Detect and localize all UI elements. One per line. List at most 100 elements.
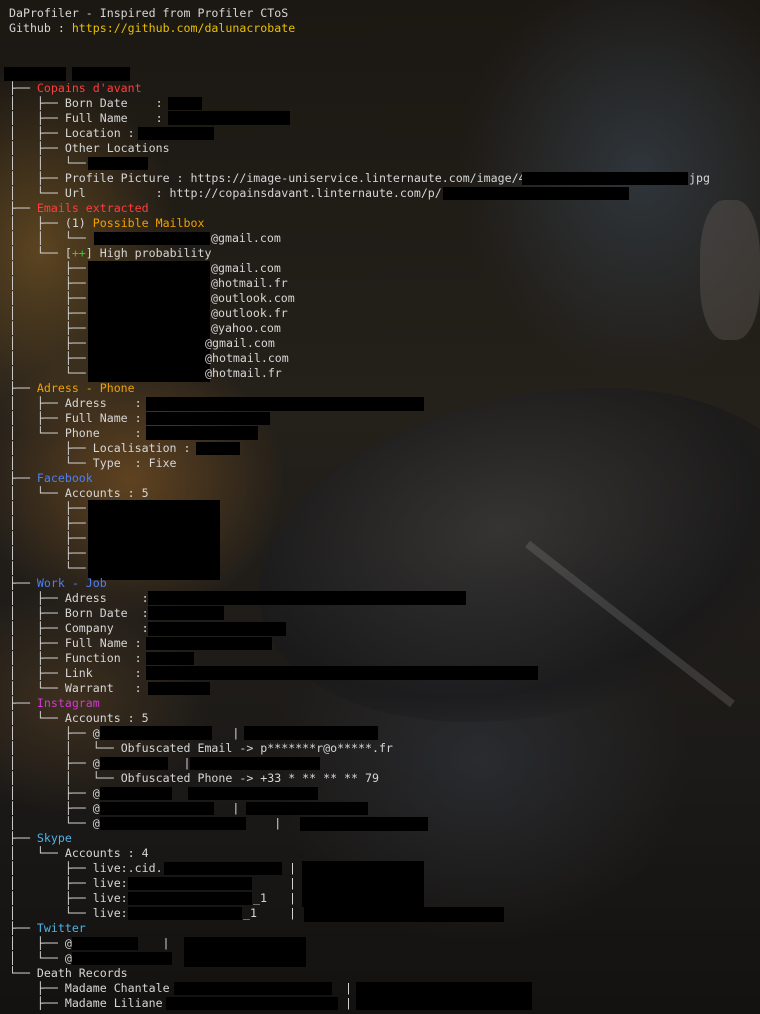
separator: |	[289, 906, 296, 920]
redacted-value	[72, 952, 172, 965]
redacted-root-surname	[72, 67, 130, 81]
section-instagram: ├── Instagram	[9, 696, 100, 710]
redacted-value	[246, 802, 368, 815]
copains-other-locations: │ ├── Other Locations	[9, 141, 170, 155]
email-domain: @gmail.com	[205, 336, 275, 350]
redacted-value	[128, 892, 252, 905]
separator: |	[345, 981, 352, 995]
email-domain: @outlook.fr	[211, 306, 288, 320]
redacted-value	[72, 937, 138, 950]
separator: |	[289, 876, 296, 890]
section-twitter: ├── Twitter	[9, 921, 86, 935]
email-domain: @gmail.com	[211, 231, 281, 245]
redacted-value	[190, 757, 320, 770]
address-type: │ └── Type : Fixe	[9, 456, 177, 470]
work-company: │ ├── Company :	[9, 621, 149, 635]
work-born-date: │ ├── Born Date :	[9, 606, 149, 620]
redacted-value	[146, 426, 258, 440]
redacted-value	[188, 787, 318, 800]
instagram-accounts: │ └── Accounts : 5	[9, 711, 149, 725]
redacted-value	[146, 412, 270, 425]
separator: |	[289, 891, 296, 905]
skype-account: │ ├── live:	[9, 891, 128, 905]
redacted-twitter-block	[184, 937, 306, 967]
redacted-value	[100, 757, 168, 770]
emails-high-item: │ └──	[9, 366, 86, 380]
skype-accounts: │ └── Accounts : 4	[9, 846, 149, 860]
address-full-name: │ ├── Full Name :	[9, 411, 142, 425]
copains-url: │ └── Url : http://copainsdavant.lintern…	[9, 186, 442, 200]
redacted-email-block	[88, 261, 210, 382]
section-emails: ├── Emails extracted	[9, 201, 149, 215]
instagram-obfuscated-email: │ │ └── Obfuscated Email -> p*******r@o*…	[9, 741, 393, 755]
redacted-death-block	[356, 982, 532, 1010]
redacted-value	[148, 591, 466, 605]
work-warrant: │ └── Warrant :	[9, 681, 142, 695]
section-copains: ├── Copains d'avant	[9, 81, 142, 95]
copains-profile-picture-ext: jpg	[689, 171, 710, 185]
section-facebook: ├── Facebook	[9, 471, 93, 485]
work-link: │ ├── Link :	[9, 666, 142, 680]
high-prefix: [++]	[64, 246, 93, 260]
address-adress: │ ├── Adress :	[9, 396, 142, 410]
redacted-value	[100, 802, 214, 815]
instagram-obfuscated-phone: │ │ └── Obfuscated Phone -> +33 * ** ** …	[9, 771, 379, 785]
emails-high-item: │ ├──	[9, 291, 86, 305]
skype-suffix: _1	[243, 906, 257, 920]
redacted-value	[148, 622, 286, 636]
redacted-value	[196, 442, 240, 455]
section-label: Copains d'avant	[36, 81, 142, 95]
emails-high: │ └── [++] High probability	[9, 246, 212, 260]
redacted-value	[100, 787, 172, 800]
email-domain: @gmail.com	[211, 261, 281, 275]
email-domain: @hotmail.com	[205, 351, 289, 365]
redacted-value	[138, 127, 214, 140]
facebook-account: │ ├──	[9, 501, 86, 515]
github-link[interactable]: https://github.com/dalunacrobate	[72, 21, 295, 35]
redacted-value	[100, 817, 246, 830]
emails-high-item: │ ├──	[9, 276, 86, 290]
email-domain: @hotmail.fr	[211, 276, 288, 290]
copains-full-name: │ ├── Full Name :	[9, 111, 163, 125]
email-domain: @hotmail.fr	[205, 366, 282, 380]
address-phone: │ └── Phone :	[9, 426, 142, 440]
work-function: │ ├── Function :	[9, 651, 142, 665]
redacted-value	[100, 726, 212, 740]
facebook-account: │ ├──	[9, 531, 86, 545]
email-domain: @yahoo.com	[211, 321, 281, 335]
redacted-value	[168, 97, 202, 110]
redacted-value	[146, 666, 538, 680]
redacted-value	[168, 111, 290, 125]
terminal-output: DaProfiler - Inspired from Profiler CToS…	[0, 0, 760, 1014]
redacted-root-name	[4, 67, 66, 81]
separator: |	[345, 996, 352, 1010]
skype-account: │ ├── live:	[9, 876, 128, 890]
separator: |	[289, 861, 296, 875]
email-domain: @outlook.com	[211, 291, 295, 305]
skype-suffix: _1	[253, 891, 267, 905]
redacted-value	[244, 726, 378, 740]
emails-high-item: │ ├──	[9, 306, 86, 320]
emails-high-item: │ ├──	[9, 261, 86, 275]
facebook-account: │ ├──	[9, 546, 86, 560]
redacted-value	[443, 187, 629, 200]
github-line: Github : https://github.com/dalunacrobat…	[9, 21, 295, 36]
redacted-facebook-block	[88, 500, 220, 580]
redacted-value	[304, 907, 504, 922]
redacted-value	[146, 397, 424, 411]
github-label: Github :	[9, 21, 72, 35]
emails-possible-item: │ │ └──	[9, 231, 86, 245]
redacted-skype-block	[302, 861, 424, 907]
redacted-value	[88, 157, 148, 170]
copains-profile-picture: │ ├── Profile Picture : https://image-un…	[9, 171, 526, 185]
redacted-value	[300, 817, 428, 831]
emails-possible: │ ├── (1) Possible Mailbox	[9, 216, 205, 230]
app-title: DaProfiler - Inspired from Profiler CToS	[9, 6, 289, 20]
skype-account: │ └── live:	[9, 906, 128, 920]
copains-location: │ ├── Location :	[9, 126, 135, 140]
emails-high-item: │ ├──	[9, 351, 86, 365]
skype-account: │ ├── live:.cid.	[9, 861, 163, 875]
work-adress: │ ├── Adress :	[9, 591, 149, 605]
redacted-value	[522, 172, 688, 185]
death-record: ├── Madame Chantale	[9, 981, 170, 995]
